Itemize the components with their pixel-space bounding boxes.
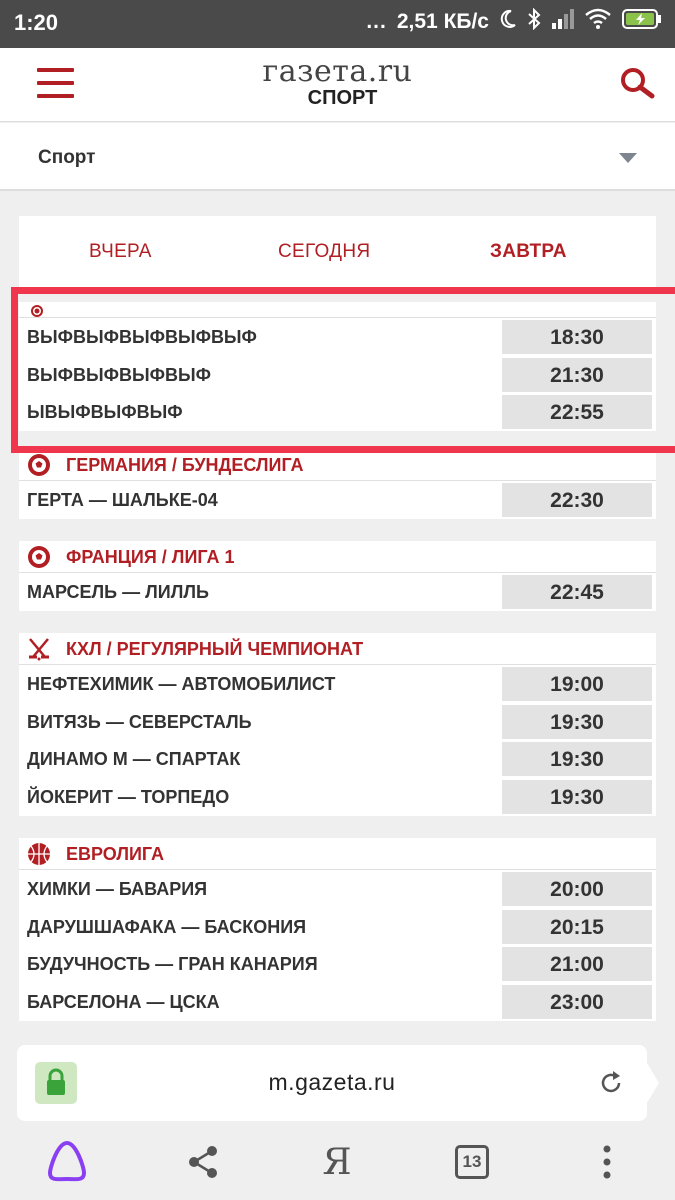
- tab-yesterday[interactable]: ВЧЕРА: [89, 241, 152, 263]
- more-vertical-icon: [603, 1145, 611, 1179]
- chevron-down-icon: [619, 153, 637, 163]
- match-time: 18:30: [502, 320, 652, 354]
- league-header: ФРАНЦИЯ / ЛИГА 1: [19, 541, 656, 573]
- status-bar: 1:20 ... 2,51 КБ/с: [0, 0, 675, 48]
- match-time: 21:30: [502, 357, 652, 392]
- alice-button[interactable]: [42, 1137, 92, 1187]
- soccer-ball-icon: [27, 304, 47, 317]
- tabs-button[interactable]: 13: [447, 1137, 497, 1187]
- reload-icon[interactable]: [597, 1069, 625, 1097]
- match-row[interactable]: ВЫФВЫФВЫФВЫФ 21:30: [19, 355, 656, 394]
- notification-dots: ...: [366, 10, 387, 33]
- match-row[interactable]: БАРСЕЛОНА — ЦСКА 23:00: [19, 983, 656, 1021]
- league-header: [19, 302, 656, 318]
- match-name: ВЫФВЫФВЫФВЫФ: [27, 364, 211, 385]
- search-button[interactable]: [619, 66, 655, 102]
- tab-today[interactable]: СЕГОДНЯ: [278, 241, 370, 263]
- soccer-ball-icon: [27, 545, 51, 569]
- tab-tomorrow[interactable]: ЗАВТРА: [490, 241, 567, 263]
- alice-icon: [48, 1141, 86, 1182]
- status-icons: ... 2,51 КБ/с: [366, 7, 663, 36]
- match-row[interactable]: МАРСЕЛЬ — ЛИЛЛЬ 22:45: [19, 573, 656, 611]
- site-header: газета.ru СПОРТ: [0, 48, 675, 122]
- battery-charging-icon: [621, 8, 663, 36]
- league-block-ligue1: ФРАНЦИЯ / ЛИГА 1 МАРСЕЛЬ — ЛИЛЛЬ 22:45: [19, 541, 656, 611]
- more-menu-button[interactable]: [582, 1137, 632, 1187]
- match-time: 22:30: [502, 483, 652, 517]
- league-header: ГЕРМАНИЯ / БУНДЕСЛИГА: [19, 449, 656, 481]
- league-title: ЕВРОЛИГА: [66, 844, 164, 864]
- hockey-sticks-icon: [27, 637, 51, 661]
- league-header: КХЛ / РЕГУЛЯРНЫЙ ЧЕМПИОНАТ: [19, 633, 656, 665]
- match-row[interactable]: БУДУЧНОСТЬ — ГРАН КАНАРИЯ 21:00: [19, 945, 656, 984]
- match-row[interactable]: ДИНАМО М — СПАРТАК 19:30: [19, 740, 656, 779]
- match-name: ВЫФВЫФВЫФВЫФВЫФ: [27, 327, 257, 347]
- match-time: 19:30: [502, 704, 652, 739]
- league-block-euroleague: ЕВРОЛИГА ХИМКИ — БАВАРИЯ 20:00 ДАРУШШАФА…: [19, 838, 656, 1021]
- logo-sub: СПОРТ: [307, 87, 378, 109]
- match-time: 19:30: [502, 742, 652, 777]
- yandex-button[interactable]: Я: [312, 1137, 362, 1187]
- url-text[interactable]: m.gazeta.ru: [17, 1069, 647, 1096]
- day-tabs: ВЧЕРА СЕГОДНЯ ЗАВТРА: [19, 216, 656, 292]
- match-time: 22:55: [502, 395, 652, 430]
- match-name: ЫВЫФВЫФВЫФ: [27, 402, 183, 423]
- match-time: 23:00: [502, 985, 652, 1020]
- tabs-count-icon: 13: [455, 1145, 489, 1179]
- network-speed: 2,51 КБ/с: [396, 10, 489, 33]
- match-row[interactable]: НЕФТЕХИМИК — АВТОМОБИЛИСТ 19:00: [19, 665, 656, 703]
- match-name: БУДУЧНОСТЬ — ГРАН КАНАРИЯ: [27, 954, 318, 975]
- site-logo[interactable]: газета.ru СПОРТ: [0, 54, 675, 109]
- match-name: ДАРУШШАФАКА — БАСКОНИЯ: [27, 916, 307, 937]
- bluetooth-icon: [527, 7, 541, 36]
- league-block-bundesliga: ГЕРМАНИЯ / БУНДЕСЛИГА ГЕРТА — ШАЛЬКЕ-04 …: [19, 449, 656, 519]
- share-icon: [189, 1146, 217, 1178]
- match-row[interactable]: ВЫФВЫФВЫФВЫФВЫФ 18:30: [19, 318, 656, 356]
- wifi-icon: [585, 8, 611, 36]
- league-header: ЕВРОЛИГА: [19, 838, 656, 870]
- search-icon: [621, 68, 655, 99]
- browser-bottom-nav: Я 13: [0, 1125, 675, 1200]
- browser-url-bar[interactable]: m.gazeta.ru: [17, 1045, 659, 1121]
- league-title: КХЛ / РЕГУЛЯРНЫЙ ЧЕМПИОНАТ: [66, 639, 364, 659]
- match-time: 19:00: [502, 667, 652, 701]
- match-row[interactable]: ХИМКИ — БАВАРИЯ 20:00: [19, 870, 656, 908]
- match-time: 20:00: [502, 872, 652, 906]
- moon-icon: [499, 9, 517, 35]
- match-name: ДИНАМО М — СПАРТАК: [27, 749, 241, 770]
- match-row[interactable]: ВИТЯЗЬ — СЕВЕРСТАЛЬ 19:30: [19, 702, 656, 741]
- match-time: 21:00: [502, 947, 652, 982]
- share-button[interactable]: [178, 1137, 228, 1187]
- match-name: БАРСЕЛОНА — ЦСКА: [27, 992, 220, 1013]
- yandex-icon: Я: [322, 1141, 352, 1183]
- league-block-khl: КХЛ / РЕГУЛЯРНЫЙ ЧЕМПИОНАТ НЕФТЕХИМИК — …: [19, 633, 656, 816]
- league-title: ФРАНЦИЯ / ЛИГА 1: [66, 547, 235, 567]
- logo-main: газета.ru: [262, 54, 413, 89]
- soccer-ball-icon: [27, 453, 51, 477]
- category-select[interactable]: Спорт: [0, 123, 675, 191]
- signal-icon: [551, 8, 575, 36]
- match-name: МАРСЕЛЬ — ЛИЛЛЬ: [27, 582, 209, 602]
- league-block: ВЫФВЫФВЫФВЫФВЫФ 18:30 ВЫФВЫФВЫФВЫФ 21:30…: [19, 302, 656, 432]
- match-row[interactable]: ЙОКЕРИТ — ТОРПЕДО 19:30: [19, 778, 656, 816]
- match-row[interactable]: ЫВЫФВЫФВЫФ 22:55: [19, 393, 656, 432]
- match-name: ХИМКИ — БАВАРИЯ: [27, 879, 208, 899]
- league-title: ГЕРМАНИЯ / БУНДЕСЛИГА: [66, 455, 304, 475]
- match-name: ГЕРТА — ШАЛЬКЕ-04: [27, 490, 218, 510]
- match-name: ЙОКЕРИТ — ТОРПЕДО: [27, 787, 230, 808]
- match-name: ВИТЯЗЬ — СЕВЕРСТАЛЬ: [27, 711, 252, 732]
- category-selected-value: Спорт: [38, 147, 96, 168]
- match-name: НЕФТЕХИМИК — АВТОМОБИЛИСТ: [27, 674, 336, 694]
- match-row[interactable]: ГЕРТА — ШАЛЬКЕ-04 22:30: [19, 481, 656, 519]
- match-row[interactable]: ДАРУШШАФАКА — БАСКОНИЯ 20:15: [19, 907, 656, 946]
- status-time: 1:20: [14, 10, 59, 35]
- match-time: 20:15: [502, 909, 652, 944]
- basketball-icon: [27, 842, 51, 866]
- match-time: 22:45: [502, 575, 652, 609]
- match-time: 19:30: [502, 780, 652, 815]
